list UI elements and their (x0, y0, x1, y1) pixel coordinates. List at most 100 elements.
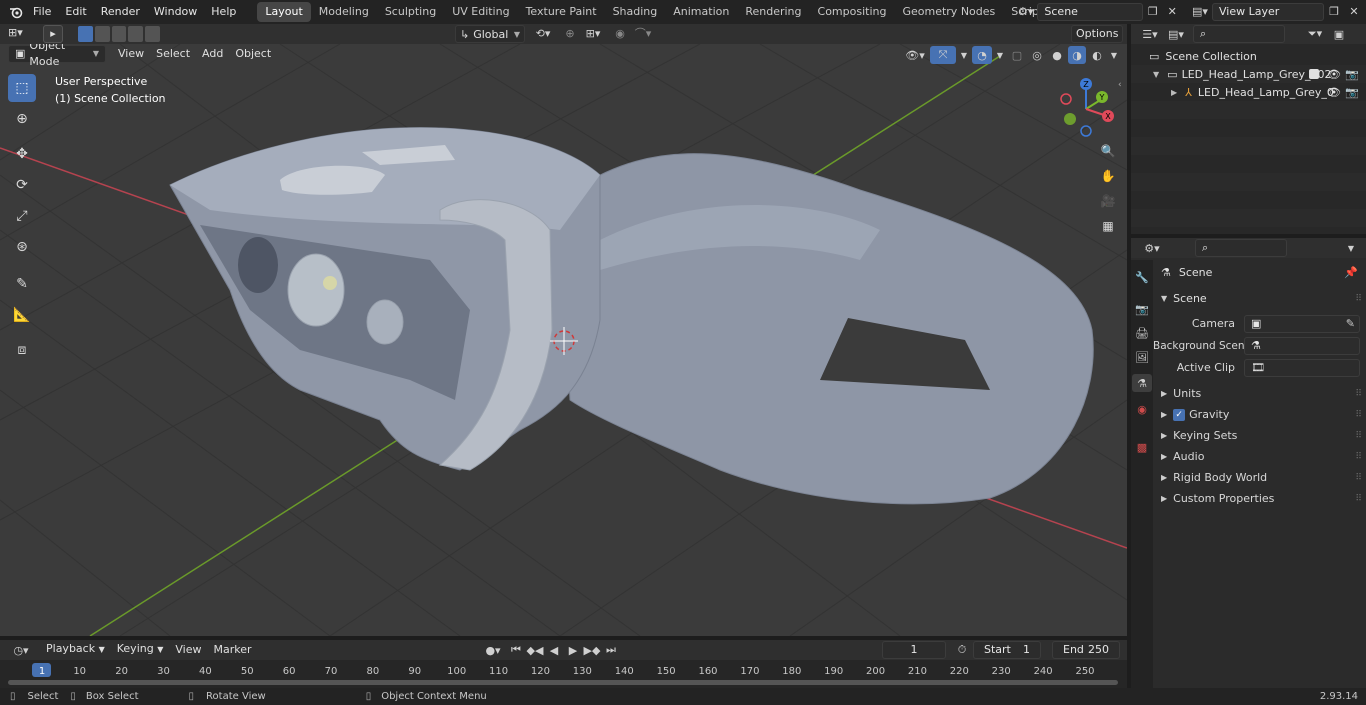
scale-tool-icon[interactable]: ⤢ (8, 202, 36, 230)
pan-hand-icon[interactable]: ✋ (1097, 165, 1119, 187)
pivot-point-icon[interactable]: ⟲▾ (531, 25, 555, 43)
play-reverse-icon[interactable]: ◀ (545, 641, 563, 659)
select-subtract-icon[interactable] (111, 26, 127, 42)
copy-scene-icon[interactable]: ❐ (1143, 3, 1163, 21)
gizmo-neg-z[interactable] (1080, 125, 1092, 137)
drag-handle-icon[interactable]: ⠿ (1355, 494, 1362, 504)
overlays-icon[interactable]: ◔ (972, 46, 992, 64)
tab-compositing[interactable]: Compositing (810, 2, 895, 22)
marker-menu[interactable]: Marker (207, 640, 257, 660)
editor-type-button[interactable]: ⊞▾ (8, 26, 36, 42)
new-collection-icon[interactable]: ▣ (1329, 25, 1349, 43)
jump-end-icon[interactable]: ⏭ (602, 641, 620, 659)
tab-modeling[interactable]: Modeling (311, 2, 377, 22)
scene-selector[interactable]: ⚙▾ Scene ❐ ✕ (1014, 2, 1182, 21)
sidebar-toggle-icon[interactable]: ‹ (1118, 80, 1126, 90)
add-cube-tool-icon[interactable]: ⧈ (8, 336, 36, 364)
xray-icon[interactable]: ▢ (1008, 46, 1026, 64)
rotate-tool-icon[interactable]: ⟳ (8, 171, 36, 199)
view-layer-icon[interactable]: ▤▾ (1188, 3, 1212, 21)
wireframe-shading-icon[interactable]: ◎ (1028, 46, 1046, 64)
snap-target-icon[interactable]: ⊞▾ (580, 25, 606, 43)
start-frame-field[interactable]: Start 1 (973, 641, 1041, 659)
tab-texture-paint[interactable]: Texture Paint (518, 2, 605, 22)
tab-layout[interactable]: Layout (257, 2, 311, 22)
3d-viewport[interactable]: ▣ Object Mode ▼ View Select Add Object 👁… (0, 44, 1127, 636)
background-scene-field[interactable]: ⚗ (1244, 336, 1360, 355)
render-tab-icon[interactable]: 📷 (1132, 300, 1152, 318)
drag-handle-icon[interactable]: ⠿ (1355, 410, 1362, 420)
keying-sets-panel-header[interactable]: ▶ Keying Sets ⠿ (1153, 425, 1366, 446)
properties-editor-type-icon[interactable]: ⚙▾ (1139, 239, 1165, 257)
scene-name-field[interactable]: Scene (1037, 2, 1144, 21)
material-shading-icon[interactable]: ◑ (1068, 46, 1086, 64)
select-extend-icon[interactable] (94, 26, 110, 42)
options-dropdown[interactable]: Options ▼ (1071, 25, 1123, 55)
drag-handle-icon[interactable]: ⠿ (1355, 389, 1362, 399)
transform-tool-icon[interactable]: ⊛ (8, 233, 36, 261)
audio-panel-header[interactable]: ▶ Audio ⠿ (1153, 446, 1366, 467)
outliner-search-input[interactable]: ⌕ (1193, 25, 1285, 43)
select-intersect-icon[interactable] (145, 26, 160, 42)
camera-icon[interactable]: 📷 (1345, 86, 1359, 99)
outliner-row[interactable]: ▶ ⅄ LED_Head_Lamp_Grey_0 👁 📷 (1131, 83, 1366, 101)
outliner-root-row[interactable]: ▭ Scene Collection (1149, 48, 1257, 65)
tab-uv-editing[interactable]: UV Editing (444, 2, 517, 22)
camera-field[interactable]: ▣ ✎ (1244, 314, 1360, 333)
visibility-icon[interactable]: 👁▾ (902, 46, 928, 64)
chevron-down-icon[interactable]: ▼ (958, 46, 970, 64)
prev-keyframe-icon[interactable]: ◆◀ (526, 641, 544, 659)
select-menu[interactable]: Select (150, 44, 196, 64)
record-icon[interactable]: ●▾ (480, 641, 506, 659)
select-box-tool-icon[interactable]: ⬚ (8, 74, 36, 102)
zoom-icon[interactable]: 🔍 (1097, 140, 1119, 162)
chevron-down-icon[interactable]: ▼ (1108, 46, 1120, 64)
tab-animation[interactable]: Animation (665, 2, 737, 22)
camera-icon[interactable]: 📷 (1345, 68, 1359, 81)
jump-start-icon[interactable]: ⏮ (507, 641, 525, 659)
tab-geometry-nodes[interactable]: Geometry Nodes (894, 2, 1003, 22)
select-mode-buttons[interactable] (78, 26, 160, 42)
ortho-grid-icon[interactable]: ▦ (1097, 215, 1119, 237)
menu-file[interactable]: File (26, 0, 58, 24)
drag-handle-icon[interactable]: ⠿ (1355, 431, 1362, 441)
keying-dropdown[interactable]: Keying ▼ (111, 641, 170, 659)
output-tab-icon[interactable]: 🖨 (1132, 324, 1152, 342)
move-tool-icon[interactable]: ✥ (8, 140, 36, 168)
gravity-checkbox[interactable]: ✓ (1173, 408, 1186, 421)
gizmo-neg-x[interactable] (1060, 93, 1072, 105)
scene-panel-header[interactable]: ▼ Scene ⠿ (1153, 288, 1366, 309)
navigation-gizmo[interactable]: Z Y X (1055, 76, 1121, 142)
drag-handle-icon[interactable]: ⠿ (1355, 452, 1362, 462)
scene-icon[interactable]: ⚙▾ (1014, 3, 1037, 21)
select-tool-icon[interactable]: ▸ (43, 25, 63, 43)
tab-rendering[interactable]: Rendering (737, 2, 809, 22)
drag-handle-icon[interactable]: ⠿ (1355, 473, 1362, 483)
gizmo-neg-y[interactable] (1064, 113, 1076, 125)
world-tab-icon[interactable]: ◉ (1132, 400, 1152, 418)
next-keyframe-icon[interactable]: ▶◆ (583, 641, 601, 659)
measure-tool-icon[interactable]: 📐 (8, 301, 36, 329)
current-frame-field[interactable]: 1 (882, 641, 946, 659)
select-new-icon[interactable] (78, 26, 93, 42)
texture-tab-icon[interactable]: ▩ (1132, 438, 1152, 456)
units-panel-header[interactable]: ▶ Units ⠿ (1153, 383, 1366, 404)
menu-edit[interactable]: Edit (58, 0, 93, 24)
custom-properties-panel-header[interactable]: ▶ Custom Properties ⠿ (1153, 488, 1366, 509)
view-layer-tab-icon[interactable]: 🖼 (1132, 348, 1152, 366)
proportional-falloff-icon[interactable]: ⌒▾ (630, 25, 656, 43)
play-icon[interactable]: ▶ (564, 641, 582, 659)
filter-icon[interactable]: ⏷▾ (1301, 25, 1329, 43)
annotate-tool-icon[interactable]: ✎ (8, 270, 36, 298)
chevron-down-icon[interactable]: ▼ (1341, 239, 1361, 257)
blender-logo-icon[interactable] (6, 3, 26, 21)
transform-orientation-dropdown[interactable]: ↳ Global ▼ (455, 25, 525, 43)
timeline-editor-type-icon[interactable]: ◷▾ (8, 641, 34, 659)
add-menu[interactable]: Add (196, 44, 229, 64)
stopwatch-icon[interactable]: ⏱ (952, 641, 972, 659)
close-icon[interactable]: ✕ (1163, 3, 1183, 21)
solid-shading-icon[interactable]: ● (1048, 46, 1066, 64)
properties-search-input[interactable]: ⌕ (1195, 239, 1287, 257)
chevron-right-icon[interactable]: ▶ (1171, 88, 1177, 97)
tool-tab-icon[interactable]: 🔧 (1132, 268, 1152, 286)
